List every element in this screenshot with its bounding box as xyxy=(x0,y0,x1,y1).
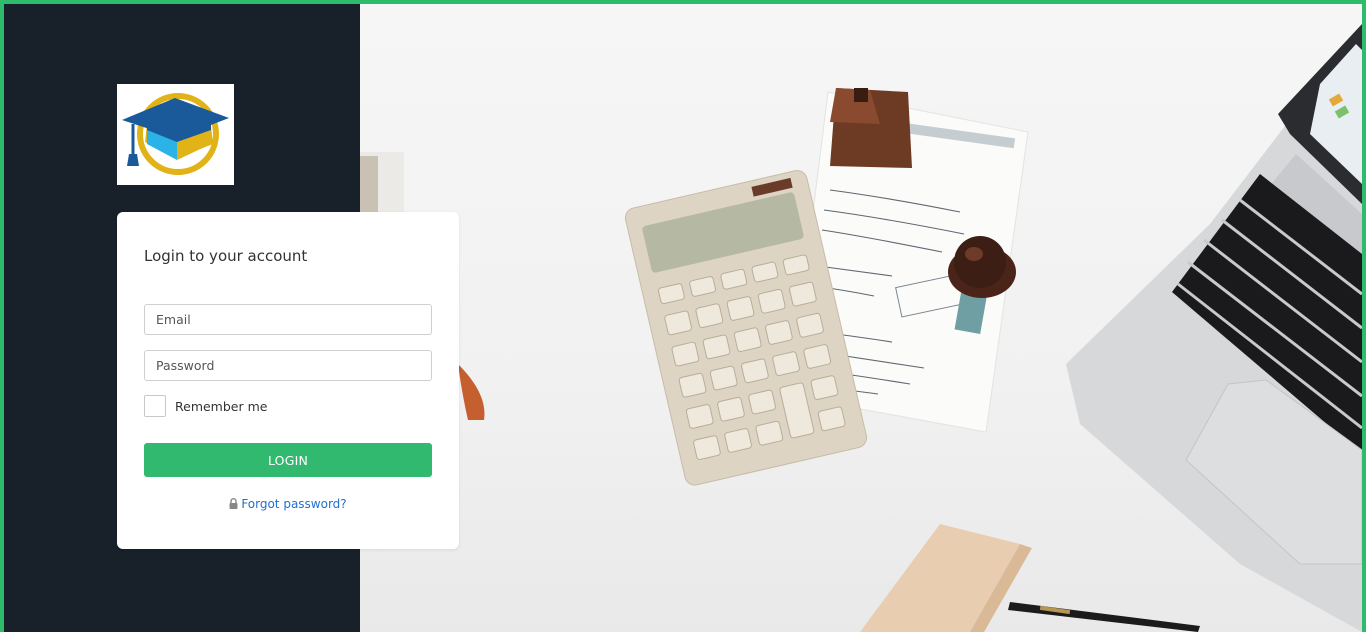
remember-me-checkbox[interactable] xyxy=(144,395,166,417)
page-frame: Login to your account Remember me LOGIN … xyxy=(4,4,1362,632)
password-input[interactable] xyxy=(144,350,432,381)
remember-me[interactable]: Remember me xyxy=(144,395,267,417)
forgot-password-link[interactable]: Forgot password? xyxy=(117,497,459,512)
login-button[interactable]: LOGIN xyxy=(144,443,432,477)
desk-photo-illustration xyxy=(360,24,1362,632)
login-title: Login to your account xyxy=(144,247,308,265)
remember-me-label: Remember me xyxy=(175,398,268,414)
background-photo xyxy=(360,4,1362,632)
email-input[interactable] xyxy=(144,304,432,335)
forgot-password-label[interactable]: Forgot password? xyxy=(241,497,346,511)
lock-icon xyxy=(229,498,238,512)
logo xyxy=(117,84,234,185)
graduation-cap-logo-icon xyxy=(122,93,229,175)
login-card: Login to your account Remember me LOGIN … xyxy=(117,212,459,549)
